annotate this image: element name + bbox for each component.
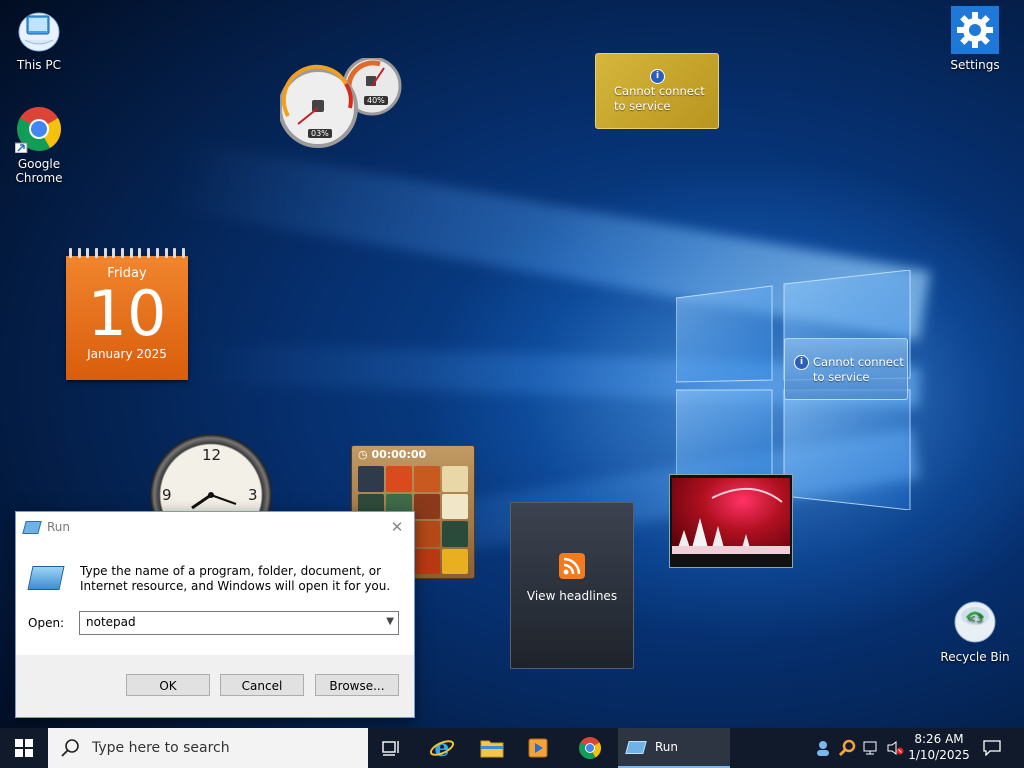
search-placeholder: Type here to search bbox=[92, 740, 230, 756]
recycle-bin-icon: <3 bbox=[951, 598, 999, 646]
close-icon[interactable]: ✕ bbox=[386, 516, 408, 538]
taskbar-file-explorer[interactable] bbox=[470, 728, 514, 768]
chevron-down-icon[interactable]: ▼ bbox=[386, 616, 394, 627]
news-status-line: Cannot connect bbox=[813, 355, 904, 369]
task-view-button[interactable] bbox=[370, 728, 414, 768]
folder-icon bbox=[480, 740, 504, 758]
calendar-binding-rings bbox=[66, 248, 188, 258]
desktop-icon-label: Google Chrome bbox=[15, 157, 63, 185]
clock-numeral: 12 bbox=[202, 446, 222, 464]
run-dialog-description: Type the name of a program, folder, docu… bbox=[80, 564, 391, 593]
calendar-month-year: January 2025 bbox=[87, 347, 167, 361]
open-label: Open: bbox=[28, 616, 65, 630]
timer-icon: ◷ bbox=[358, 448, 372, 461]
slideshow-picture bbox=[672, 478, 790, 554]
run-dialog-title: Run bbox=[47, 520, 71, 534]
taskbar-internet-explorer[interactable]: e bbox=[420, 728, 464, 768]
cancel-button[interactable]: Cancel bbox=[220, 674, 304, 696]
open-combobox[interactable]: notepad ▼ bbox=[79, 611, 399, 635]
volume-muted-icon[interactable] bbox=[884, 728, 906, 768]
svg-text:<3: <3 bbox=[967, 612, 983, 625]
slideshow-gadget[interactable] bbox=[669, 474, 793, 568]
desktop-icon-google-chrome[interactable]: Google Chrome bbox=[1, 105, 77, 185]
computer-icon bbox=[15, 6, 63, 54]
taskbar-media-app[interactable] bbox=[516, 728, 560, 768]
taskbar-date: 1/10/2025 bbox=[908, 748, 970, 762]
news-gadget-right[interactable]: i Cannot connect to service bbox=[784, 338, 908, 400]
search-icon bbox=[61, 739, 79, 757]
gear-icon bbox=[951, 6, 999, 54]
browse-button[interactable]: Browse... bbox=[315, 674, 399, 696]
taskbar-time: 8:26 AM bbox=[914, 732, 964, 746]
desktop-icon-recycle-bin[interactable]: <3 Recycle Bin bbox=[937, 598, 1013, 664]
desktop-icon-label: Settings bbox=[950, 58, 1000, 72]
taskbar-run-window[interactable]: Run bbox=[618, 728, 730, 768]
news-status-line: to service bbox=[813, 370, 870, 384]
calendar-day-number: 10 bbox=[87, 277, 167, 350]
view-headlines-link[interactable]: View headlines bbox=[511, 589, 633, 603]
ok-button[interactable]: OK bbox=[126, 674, 210, 696]
action-center-icon[interactable] bbox=[980, 728, 1004, 768]
cpu-meter-value: 03% bbox=[308, 129, 332, 138]
run-dialog-titlebar[interactable]: Run bbox=[16, 512, 414, 542]
svg-text:e: e bbox=[434, 735, 449, 761]
run-dialog[interactable]: Run ✕ Type the name of a program, folder… bbox=[15, 511, 415, 718]
desktop-icon-this-pc[interactable]: This PC bbox=[1, 6, 77, 72]
task-view-icon bbox=[382, 741, 399, 756]
network-icon[interactable] bbox=[860, 728, 882, 768]
info-icon: i bbox=[794, 355, 809, 370]
tray-search-tool-icon[interactable] bbox=[836, 728, 858, 768]
news-status-line: Cannot connect bbox=[614, 84, 705, 98]
calendar-gadget[interactable]: Friday 10 January 2025 bbox=[66, 248, 188, 380]
rss-icon bbox=[559, 553, 585, 579]
taskbar-search-box[interactable]: Type here to search bbox=[48, 728, 368, 768]
windows-icon bbox=[15, 739, 33, 757]
open-input-value[interactable]: notepad bbox=[86, 615, 136, 629]
chrome-icon bbox=[579, 737, 601, 759]
news-status-line: to service bbox=[614, 99, 671, 113]
news-gadget-top[interactable]: i Cannot connect to service bbox=[595, 53, 719, 129]
media-player-icon bbox=[528, 738, 548, 758]
desktop-icon-settings[interactable]: Settings bbox=[937, 6, 1013, 72]
clock-numeral: 3 bbox=[248, 486, 258, 504]
desktop-icon-label: Recycle Bin bbox=[940, 650, 1010, 664]
headlines-gadget[interactable]: View headlines bbox=[510, 502, 634, 669]
taskbar-run-label: Run bbox=[655, 740, 679, 754]
cpu-meter-gadget[interactable]: 03% 40% bbox=[278, 56, 402, 150]
chrome-icon bbox=[14, 105, 63, 154]
tray-people-icon[interactable] bbox=[812, 728, 834, 768]
run-icon bbox=[625, 740, 647, 754]
desktop-icon-label: This PC bbox=[17, 58, 61, 72]
run-icon bbox=[22, 520, 42, 534]
taskbar-clock[interactable]: 8:26 AM 1/10/2025 bbox=[904, 731, 974, 763]
clock-numeral: 9 bbox=[162, 486, 172, 504]
start-button[interactable] bbox=[0, 728, 48, 768]
memory-meter-value: 40% bbox=[364, 96, 388, 105]
info-icon: i bbox=[650, 69, 665, 84]
taskbar-google-chrome[interactable] bbox=[568, 728, 612, 768]
puzzle-timer: 00:00:00 bbox=[371, 448, 427, 461]
internet-explorer-icon: e bbox=[429, 735, 455, 761]
run-program-icon bbox=[27, 566, 65, 590]
